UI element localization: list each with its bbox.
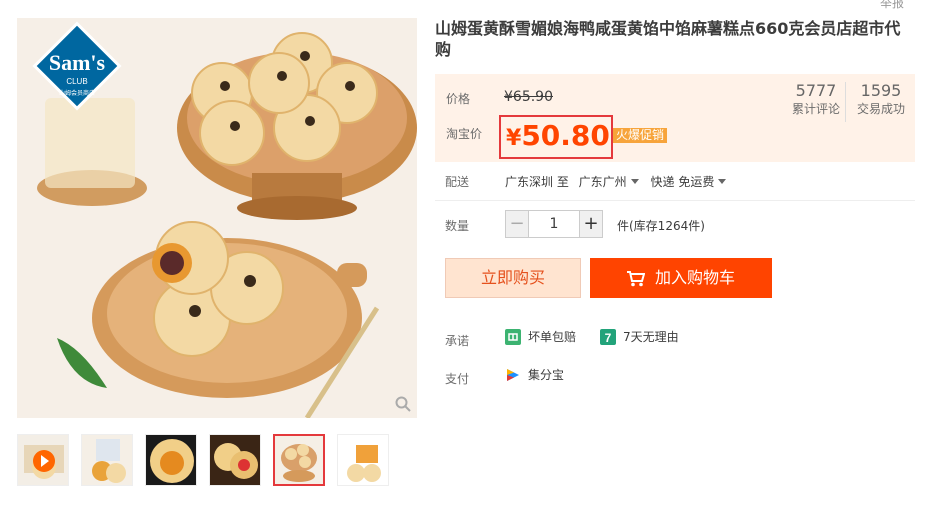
stat-transactions-count: 1595 — [860, 81, 902, 100]
payment-method-label: 集分宝 — [528, 368, 565, 382]
quantity-minus-button[interactable]: − — [505, 210, 529, 238]
thumbnail-3[interactable] — [145, 434, 197, 486]
section-divider — [435, 200, 915, 201]
thumbnail-2[interactable] — [81, 434, 133, 486]
svg-text:7: 7 — [605, 331, 612, 345]
service-7day-return[interactable]: 7 7天无理由 — [600, 328, 679, 345]
buy-now-button[interactable]: 立即购买 — [445, 258, 581, 298]
stat-reviews[interactable]: 5777 累计评论 — [787, 82, 845, 118]
shipping-dropdown[interactable]: 快递 免运费 — [651, 175, 735, 189]
thumbnail-5-selected[interactable] — [273, 434, 325, 486]
thumbnail-6[interactable] — [337, 434, 389, 486]
shipping-method: 快递 免运费 — [650, 175, 715, 189]
currency-symbol: ¥ — [506, 126, 522, 151]
delivery-destination: 广东广州 — [578, 175, 627, 189]
price-box: 价格 ¥65.90 淘宝价 ¥50.80 火爆促销 5777 累计评论 1595… — [435, 74, 915, 162]
original-price: ¥65.90 — [504, 89, 553, 105]
chevron-down-icon — [630, 179, 639, 184]
chevron-down-icon — [718, 179, 727, 184]
quantity-input[interactable]: 1 — [529, 210, 579, 238]
delivery-row: 配送 广东深圳 至 广东广州 快递 免运费 — [445, 173, 734, 190]
thumbnail-4[interactable] — [209, 434, 261, 486]
report-link[interactable]: 举报 — [880, 0, 904, 11]
promo-price-value: 50.80 — [521, 119, 610, 152]
logo-sub-text: CLUB — [66, 77, 87, 86]
product-title: 山姆蛋黄酥雪媚娘海鸭咸蛋黄馅中馅麻薯糕点660克会员店超市代购 — [435, 19, 901, 59]
payment-method[interactable]: 集分宝 — [505, 366, 564, 383]
stat-transactions: 1595 交易成功 — [853, 82, 909, 118]
service-broken-refund[interactable]: 坏单包赔 — [505, 328, 576, 345]
delivery-from: 广东深圳 至 — [505, 175, 569, 189]
shield-refund-icon — [505, 328, 521, 345]
promise-row: 承诺 坏单包赔 7 7天无理由 — [445, 328, 703, 349]
delivery-label: 配送 — [445, 175, 470, 189]
quantity-row: 数量 — [445, 217, 505, 234]
logo-cn-text: 山姆会员商店 — [59, 89, 95, 97]
jifenbao-icon — [507, 368, 519, 381]
stat-transactions-label: 交易成功 — [856, 102, 905, 116]
promo-price: ¥50.80 — [499, 115, 613, 159]
stat-divider — [845, 82, 846, 122]
thumbnail-video[interactable] — [17, 434, 69, 486]
main-product-image[interactable]: Sam's CLUB 山姆会员商店 — [17, 18, 417, 418]
service-7day-return-label: 7天无理由 — [623, 330, 679, 344]
promo-tag-badge: 火爆促销 — [613, 128, 668, 143]
stock-info: 件(库存1264件) — [617, 219, 705, 233]
promise-label: 承诺 — [445, 333, 470, 348]
quantity-plus-button[interactable]: + — [579, 210, 603, 238]
add-to-cart-button[interactable]: 加入购物车 — [590, 258, 772, 298]
delivery-destination-dropdown[interactable]: 广东广州 — [579, 175, 647, 189]
seven-day-icon: 7 — [600, 328, 617, 345]
price-label: 价格 — [446, 92, 471, 106]
payment-row: 支付 集分宝 — [445, 366, 588, 387]
stat-reviews-count: 5777 — [795, 81, 837, 100]
stat-reviews-label: 累计评论 — [791, 102, 840, 116]
quantity-stepper: − 1 + — [505, 210, 603, 238]
service-broken-refund-label: 坏单包赔 — [528, 330, 577, 344]
cart-icon — [626, 270, 645, 286]
quantity-label: 数量 — [445, 219, 470, 233]
add-to-cart-label: 加入购物车 — [654, 268, 735, 287]
logo-brand-text: Sam's — [49, 50, 106, 75]
payment-label: 支付 — [445, 371, 470, 386]
thumbnail-strip — [17, 434, 389, 486]
zoom-icon[interactable] — [395, 396, 411, 412]
taobao-price-label: 淘宝价 — [446, 127, 483, 141]
